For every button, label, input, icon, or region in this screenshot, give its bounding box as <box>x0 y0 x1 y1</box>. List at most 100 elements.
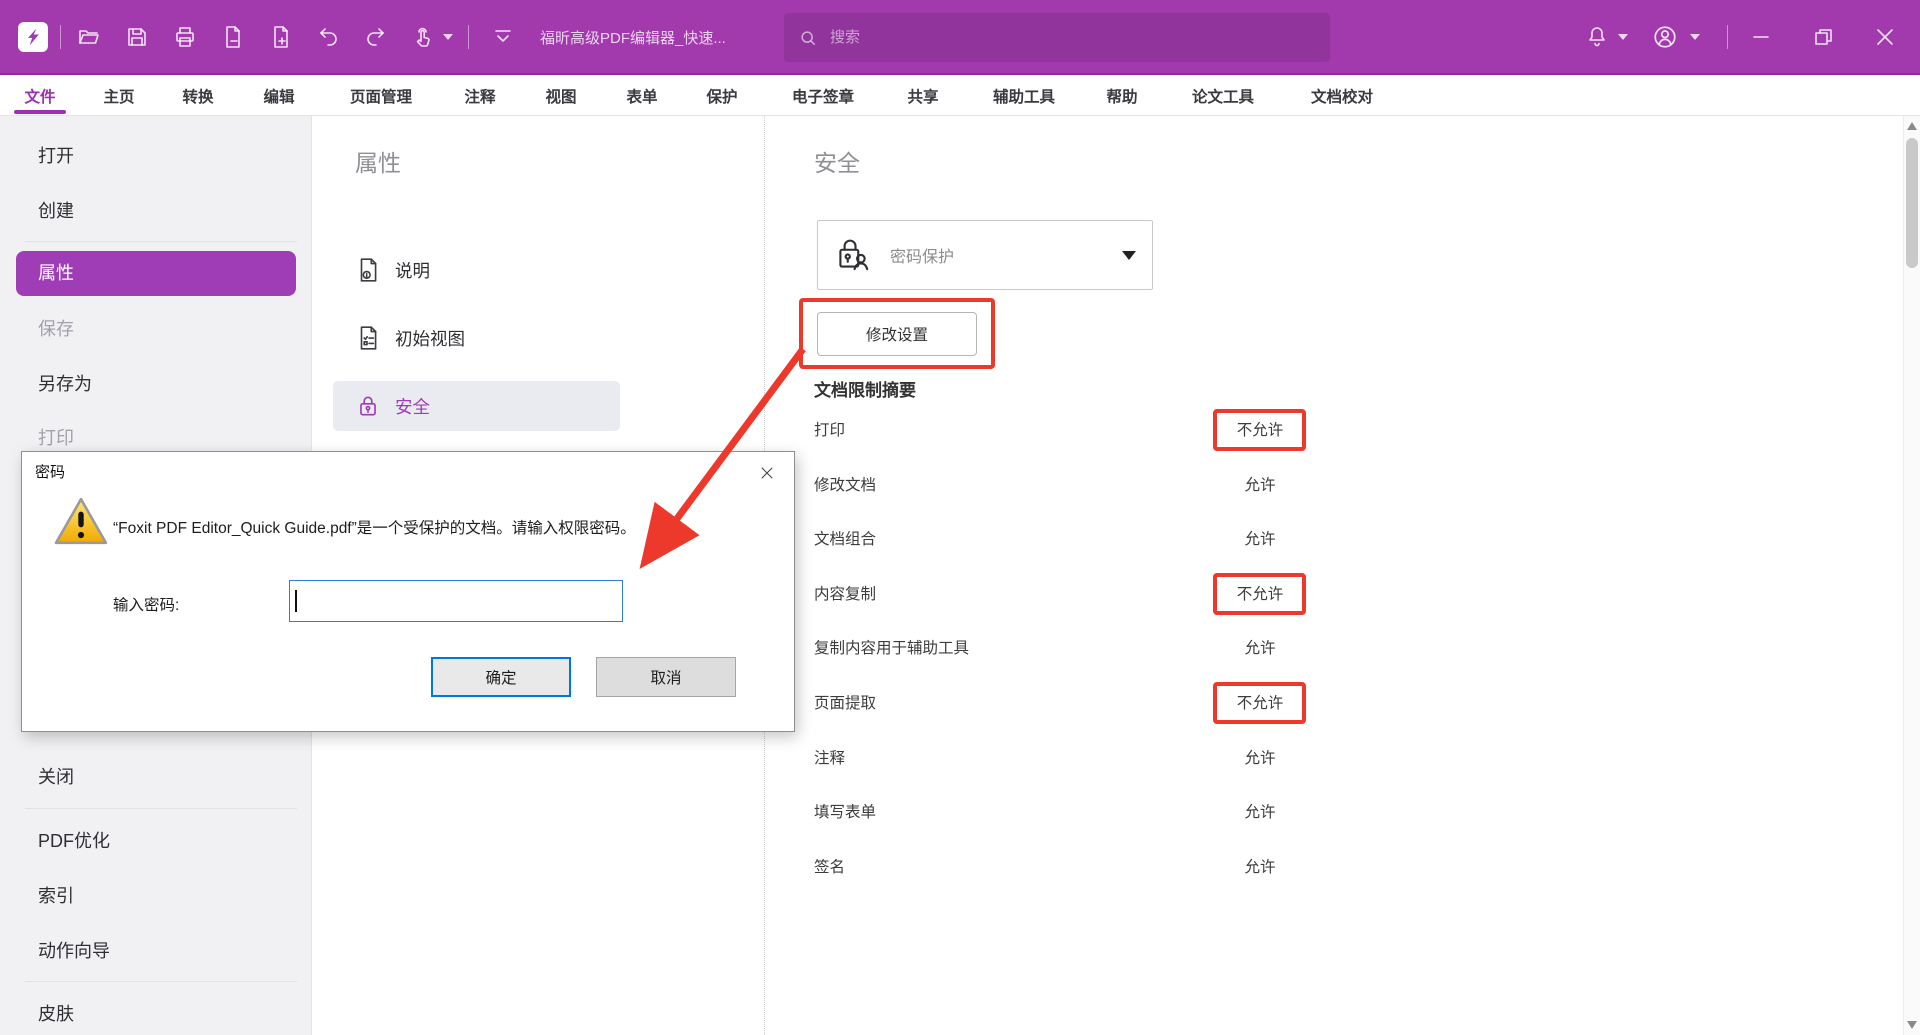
permission-value: 不允许 <box>1195 582 1325 604</box>
restore-window-button[interactable] <box>1806 20 1840 54</box>
account-dropdown-caret[interactable] <box>1690 34 1700 40</box>
scrollbar-thumb[interactable] <box>1906 138 1918 268</box>
text-cursor <box>295 590 297 612</box>
ribbon-tab[interactable]: 表单 <box>626 85 657 107</box>
permission-row: 注释 允许 <box>765 746 1892 770</box>
collapse-ribbon-icon[interactable] <box>486 20 520 54</box>
ribbon-tab[interactable]: 页面管理 <box>350 85 412 107</box>
ribbon-tab[interactable]: 共享 <box>907 85 938 107</box>
properties-item-label: 初始视图 <box>395 326 465 351</box>
ribbon-tab[interactable]: 视图 <box>545 85 576 107</box>
permission-value: 允许 <box>1195 855 1325 877</box>
permission-row: 打印不允许 <box>765 418 1892 442</box>
dialog-message: “Foxit PDF Editor_Quick Guide.pdf”是一个受保护… <box>113 516 636 538</box>
sidebar-item[interactable]: 打开 <box>0 134 312 178</box>
permission-value: 允许 <box>1195 746 1325 768</box>
security-method-value: 密码保护 <box>890 243 954 267</box>
export-doc-icon[interactable] <box>216 20 250 54</box>
security-panel-title: 安全 <box>814 144 860 178</box>
sidebar-item[interactable]: 另存为 <box>0 362 312 406</box>
password-input[interactable] <box>289 580 623 622</box>
ok-button[interactable]: 确定 <box>431 657 571 697</box>
doc-checklist-icon <box>355 325 381 351</box>
vertical-scrollbar[interactable] <box>1903 116 1920 1035</box>
sidebar-item[interactable]: 索引 <box>0 874 312 918</box>
properties-item-description[interactable]: 说明 <box>312 245 765 295</box>
sidebar-item[interactable]: 创建 <box>0 189 312 233</box>
close-window-button[interactable] <box>1868 20 1902 54</box>
sidebar-item[interactable]: PDF优化 <box>0 819 312 863</box>
foxit-logo[interactable] <box>18 22 48 52</box>
ribbon-tab[interactable]: 论文工具 <box>1192 85 1254 107</box>
title-bar: 福昕高级PDF编辑器_快速... <box>0 0 1920 75</box>
divider <box>1727 25 1728 49</box>
password-dialog: 密码 “Foxit PDF Editor_Quick Guide.pdf”是一个… <box>21 451 795 732</box>
permission-label: 复制内容用于辅助工具 <box>814 636 969 658</box>
lock-icon <box>355 393 381 419</box>
change-settings-button[interactable]: 修改设置 <box>817 312 977 356</box>
divider <box>60 25 61 49</box>
scroll-down-arrow[interactable] <box>1907 1021 1917 1029</box>
permission-row: 签名允许 <box>765 855 1892 879</box>
sidebar-divider <box>25 981 297 982</box>
hand-tool-icon[interactable] <box>406 20 440 54</box>
sidebar-item[interactable]: 属性 <box>16 251 296 296</box>
ribbon-tab[interactable]: 电子签章 <box>792 85 854 107</box>
permission-row: 页面提取不允许 <box>765 691 1892 715</box>
permission-label: 修改文档 <box>814 473 876 495</box>
scroll-up-arrow[interactable] <box>1907 122 1917 130</box>
permission-label: 填写表单 <box>814 800 876 822</box>
ribbon-tab[interactable]: 编辑 <box>263 85 294 107</box>
minimize-button[interactable] <box>1744 20 1778 54</box>
permission-row: 修改文档 允许 <box>765 473 1892 497</box>
redo-icon[interactable] <box>358 20 392 54</box>
ribbon-tab[interactable]: 注释 <box>464 85 495 107</box>
account-avatar-icon[interactable] <box>1648 20 1682 54</box>
active-tab-underline <box>14 110 66 114</box>
open-folder-icon[interactable] <box>72 20 106 54</box>
permission-value: 允许 <box>1195 636 1325 658</box>
permission-label: 注释 <box>814 746 845 768</box>
permission-row: 填写表单允许 <box>765 800 1892 824</box>
sidebar-divider <box>25 808 297 809</box>
ribbon-tab-row: 文件 主页 转换 编辑 页面管理 注释 视图 表单 保护 电子签章 共享 辅助工具 帮助 论文工具 文档校对 <box>0 77 1920 116</box>
sidebar-divider <box>25 241 297 242</box>
lock-user-icon <box>832 234 874 276</box>
print-icon[interactable] <box>168 20 202 54</box>
sidebar-item[interactable]: 关闭 <box>0 755 312 799</box>
ribbon-tab[interactable]: 文档校对 <box>1311 85 1373 107</box>
dropdown-caret-icon <box>1122 251 1136 260</box>
sidebar-item[interactable]: 动作向导 <box>0 929 312 973</box>
dialog-close-icon[interactable] <box>754 460 780 486</box>
ribbon-tab[interactable]: 辅助工具 <box>993 85 1055 107</box>
permission-label: 内容复制 <box>814 582 876 604</box>
properties-item-security[interactable]: 安全 <box>312 381 765 431</box>
undo-icon[interactable] <box>312 20 346 54</box>
ribbon-tab[interactable]: 主页 <box>103 85 134 107</box>
permission-row: 复制内容用于辅助工具 允许 <box>765 636 1892 660</box>
permission-value: 不允许 <box>1195 691 1325 713</box>
cancel-button[interactable]: 取消 <box>596 657 736 697</box>
notifications-bell-icon[interactable] <box>1580 20 1614 54</box>
save-icon[interactable] <box>120 20 154 54</box>
ribbon-tab[interactable]: 保护 <box>706 85 737 107</box>
search-input[interactable] <box>828 28 1268 47</box>
ribbon-tab[interactable]: 转换 <box>182 85 213 107</box>
properties-item-label: 说明 <box>395 258 430 283</box>
permission-value: 不允许 <box>1195 418 1325 440</box>
add-doc-icon[interactable] <box>264 20 298 54</box>
permission-row: 内容复制 不允许 <box>765 582 1892 606</box>
security-method-dropdown[interactable]: 密码保护 <box>817 220 1153 290</box>
divider <box>468 25 469 49</box>
permission-row: 文档组合允许 <box>765 527 1892 551</box>
permission-value: 允许 <box>1195 527 1325 549</box>
sidebar-item[interactable]: 皮肤 <box>0 992 312 1035</box>
ribbon-tab[interactable]: 帮助 <box>1106 85 1137 107</box>
hand-tool-dropdown-caret[interactable] <box>443 34 453 40</box>
notifications-dropdown-caret[interactable] <box>1618 34 1628 40</box>
ribbon-tab[interactable]: 文件 <box>24 85 55 107</box>
search-box[interactable] <box>784 13 1330 62</box>
permission-value: 允许 <box>1195 473 1325 495</box>
properties-item-initial-view[interactable]: 初始视图 <box>312 313 765 363</box>
sidebar-item[interactable]: 保存 <box>0 307 312 351</box>
